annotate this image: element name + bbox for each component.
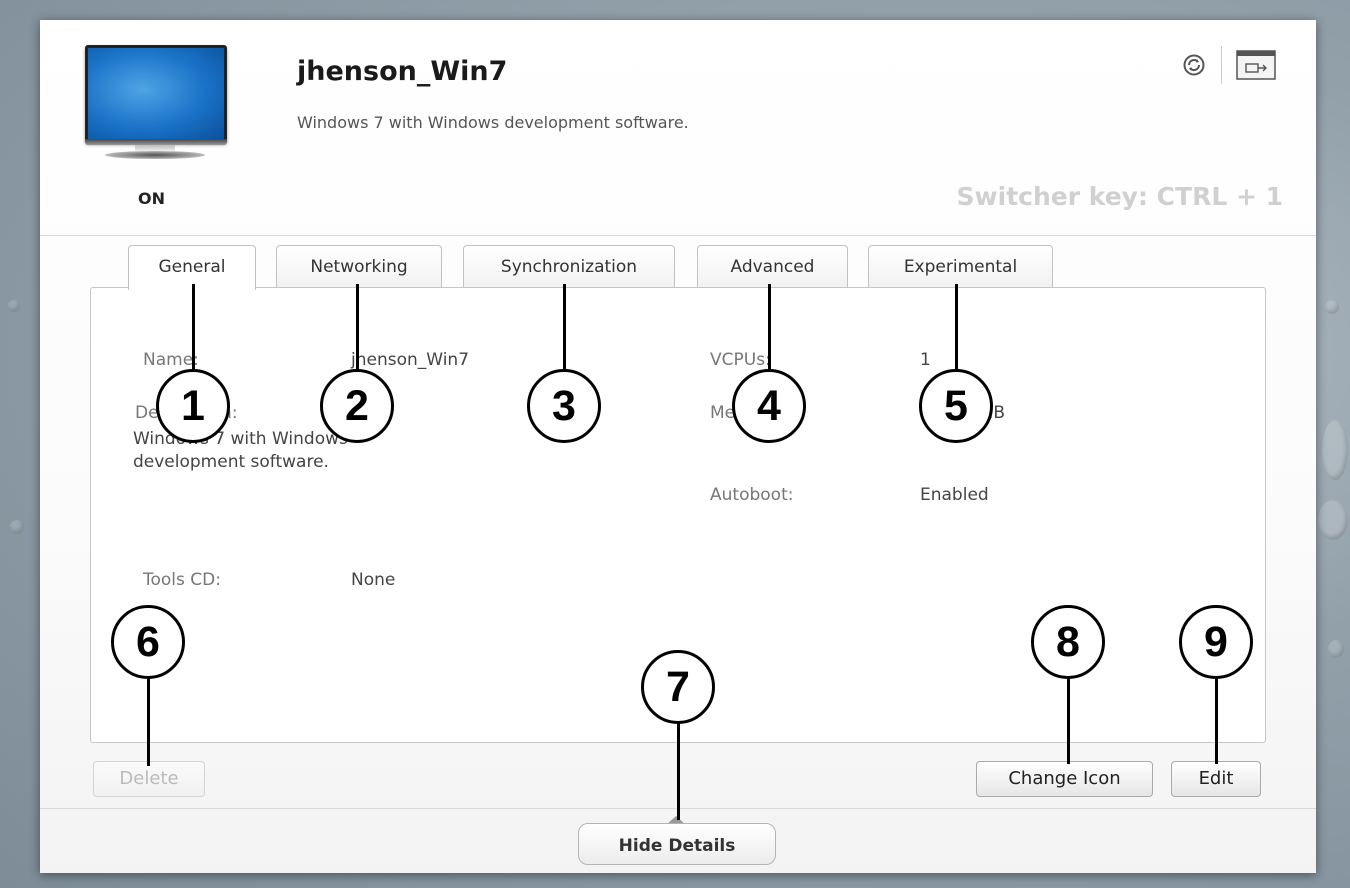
- vcpus-value: 1: [920, 350, 931, 370]
- callout-4: 4: [732, 369, 806, 443]
- callout-3: 3: [527, 369, 601, 443]
- callout-8-line: [1067, 670, 1070, 764]
- callout-5-line: [955, 284, 958, 380]
- callout-9: 9: [1179, 605, 1253, 679]
- callout-7-line: [677, 722, 680, 820]
- callout-7: 7: [641, 650, 715, 724]
- callout-6-line: [147, 670, 150, 766]
- name-value: jhenson_Win7: [351, 350, 470, 370]
- vm-details-card: jhenson_Win7 Windows 7 with Windows deve…: [40, 20, 1316, 873]
- vm-monitor-icon[interactable]: [85, 45, 227, 165]
- name-label: Name:: [143, 350, 199, 370]
- background-drop: [1328, 640, 1344, 658]
- change-icon-button[interactable]: Change Icon: [976, 761, 1153, 797]
- callout-6: 6: [111, 605, 185, 679]
- callout-1-line: [192, 284, 195, 380]
- callout-9-line: [1215, 670, 1218, 764]
- autoboot-label: Autoboot:: [710, 485, 794, 505]
- tools-cd-value: None: [351, 570, 396, 590]
- background-drop: [8, 300, 20, 312]
- background-drop: [1325, 300, 1339, 314]
- header-divider: [1221, 46, 1222, 84]
- vm-description: Windows 7 with Windows development softw…: [297, 113, 689, 132]
- switcher-key-label: Switcher key: CTRL + 1: [956, 182, 1283, 211]
- tab-advanced[interactable]: Advanced: [697, 245, 848, 288]
- header-divider-line: [40, 235, 1316, 236]
- callout-3-line: [563, 284, 566, 380]
- vm-screen: [85, 45, 227, 143]
- hide-details-control: Hide Details: [578, 813, 776, 865]
- sync-icon[interactable]: [1183, 54, 1205, 76]
- callout-5: 5: [919, 369, 993, 443]
- background-drop: [1318, 500, 1348, 540]
- tab-networking[interactable]: Networking: [276, 245, 442, 288]
- autoboot-value: Enabled: [920, 485, 989, 505]
- tools-cd-label: Tools CD:: [143, 570, 221, 590]
- window-icon[interactable]: [1236, 50, 1276, 80]
- delete-button[interactable]: Delete: [93, 761, 205, 797]
- callout-2-line: [356, 284, 359, 380]
- callout-4-line: [768, 284, 771, 380]
- callout-8: 8: [1031, 605, 1105, 679]
- edit-button[interactable]: Edit: [1171, 761, 1261, 797]
- tab-experimental[interactable]: Experimental: [868, 245, 1053, 288]
- vm-name-title: jhenson_Win7: [297, 56, 508, 87]
- vcpus-label: VCPUs:: [710, 350, 771, 370]
- hide-details-button[interactable]: Hide Details: [578, 823, 776, 865]
- callout-2: 2: [320, 369, 394, 443]
- vm-state-label: ON: [138, 189, 165, 208]
- background-drop: [10, 520, 24, 534]
- header-actions: [1183, 46, 1276, 84]
- background-drop: [1322, 420, 1348, 480]
- callout-1: 1: [156, 369, 230, 443]
- tab-synchronization[interactable]: Synchronization: [463, 245, 675, 288]
